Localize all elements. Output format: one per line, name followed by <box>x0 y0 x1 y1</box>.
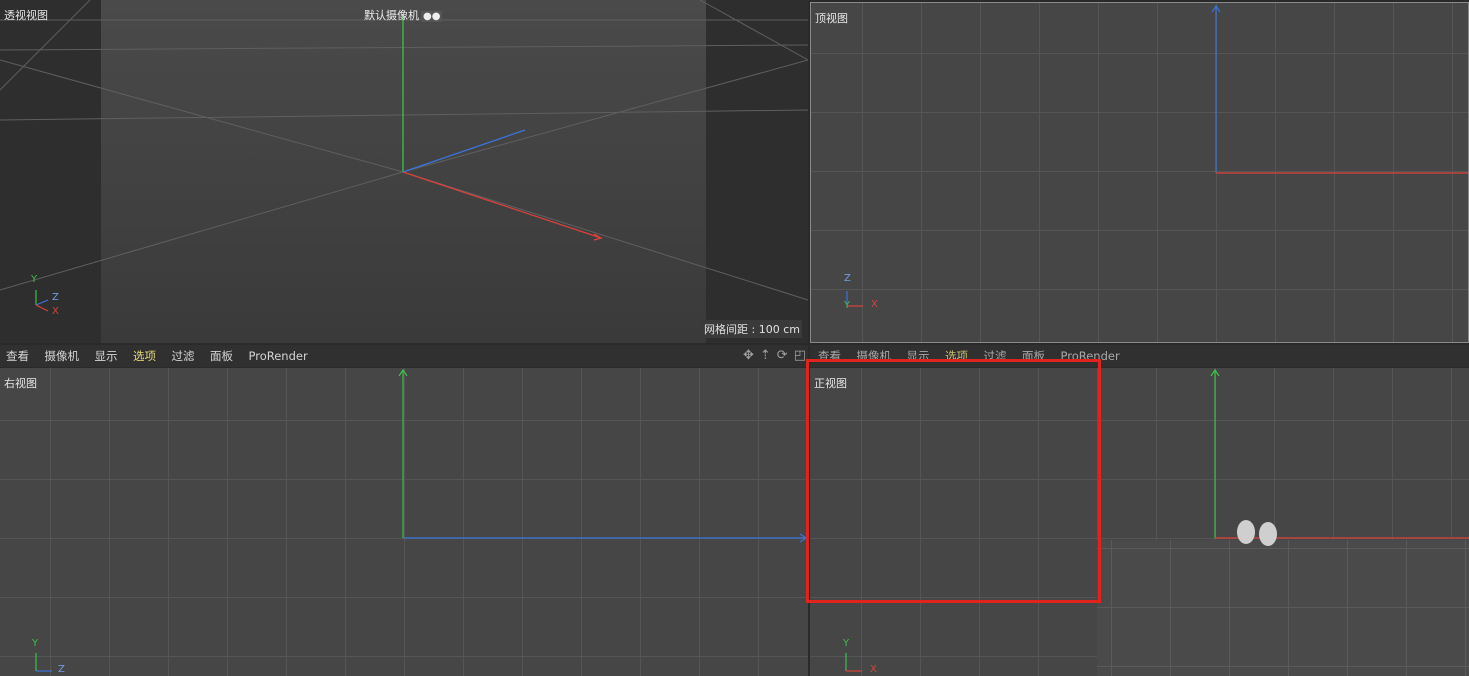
viewport-nav-icons: ✥ ⇡ ⟳ ◰ <box>743 347 806 365</box>
zoom-view-icon[interactable]: ⇡ <box>760 347 771 365</box>
top-viewport[interactable]: 顶视图 Z Y X <box>810 2 1469 343</box>
menu-prorender[interactable]: ProRender <box>1061 345 1120 367</box>
object-marker <box>1259 522 1277 546</box>
right-viewport[interactable]: 右视图 Y Z <box>0 368 808 676</box>
viewport-title: 右视图 <box>4 377 37 390</box>
menu-filter[interactable]: 过滤 <box>172 345 195 367</box>
axis-label-y: Y <box>31 274 38 285</box>
axis-label-y: Y <box>844 300 851 311</box>
top-axes <box>846 4 1468 307</box>
menu-filter[interactable]: 过滤 <box>984 345 1007 367</box>
menu-options[interactable]: 选项 <box>133 345 156 367</box>
axis-label-y: Y <box>32 638 39 649</box>
rotate-view-icon[interactable]: ⟳ <box>777 347 788 365</box>
viewport-title: 正视图 <box>814 377 847 390</box>
menu-view[interactable]: 查看 <box>6 345 29 367</box>
menu-view[interactable]: 查看 <box>818 345 841 367</box>
camera-label: 默认摄像机 <box>364 9 419 22</box>
menu-camera[interactable]: 摄像机 <box>45 345 80 367</box>
object-marker <box>1237 520 1255 544</box>
overlay-panel <box>1097 540 1469 676</box>
menu-options[interactable]: 选项 <box>945 345 968 367</box>
grid-spacing-readout: 网格间距 : 100 cm <box>702 320 802 338</box>
menu-camera[interactable]: 摄像机 <box>857 345 892 367</box>
menu-panel[interactable]: 面板 <box>1022 345 1045 367</box>
camera-selector[interactable]: 默认摄像机 ●● <box>364 7 443 23</box>
menu-prorender[interactable]: ProRender <box>249 345 308 367</box>
axis-label-x: X <box>871 299 878 310</box>
viewport-title: 透视视图 <box>4 9 48 22</box>
axis-label-z: Z <box>58 664 65 675</box>
perspective-viewport[interactable]: 透视视图 默认摄像机 ●● Y Z X 网格间距 : 100 cm <box>0 0 808 343</box>
axis-label-y: Y <box>843 638 850 649</box>
menu-display[interactable]: 显示 <box>95 345 118 367</box>
maximize-view-icon[interactable]: ◰ <box>794 347 806 365</box>
axis-label-x: X <box>870 664 877 675</box>
viewport-title: 顶视图 <box>815 12 848 25</box>
axis-label-z: Z <box>52 292 59 303</box>
menu-display[interactable]: 显示 <box>907 345 930 367</box>
viewport-menubar-front-view: 查看 摄像机 显示 选项 过滤 面板 ProRender <box>810 345 1469 367</box>
viewport-menubar-right-view: 查看 摄像机 显示 选项 过滤 面板 ProRender ✥ ⇡ ⟳ ◰ <box>0 345 808 367</box>
camera-icon: ●● <box>421 11 443 22</box>
axis-label-z: Z <box>844 273 851 284</box>
perspective-grid <box>0 0 808 343</box>
move-view-icon[interactable]: ✥ <box>743 347 754 365</box>
menu-panel[interactable]: 面板 <box>210 345 233 367</box>
axis-label-x: X <box>52 306 59 317</box>
right-axes <box>35 368 808 672</box>
